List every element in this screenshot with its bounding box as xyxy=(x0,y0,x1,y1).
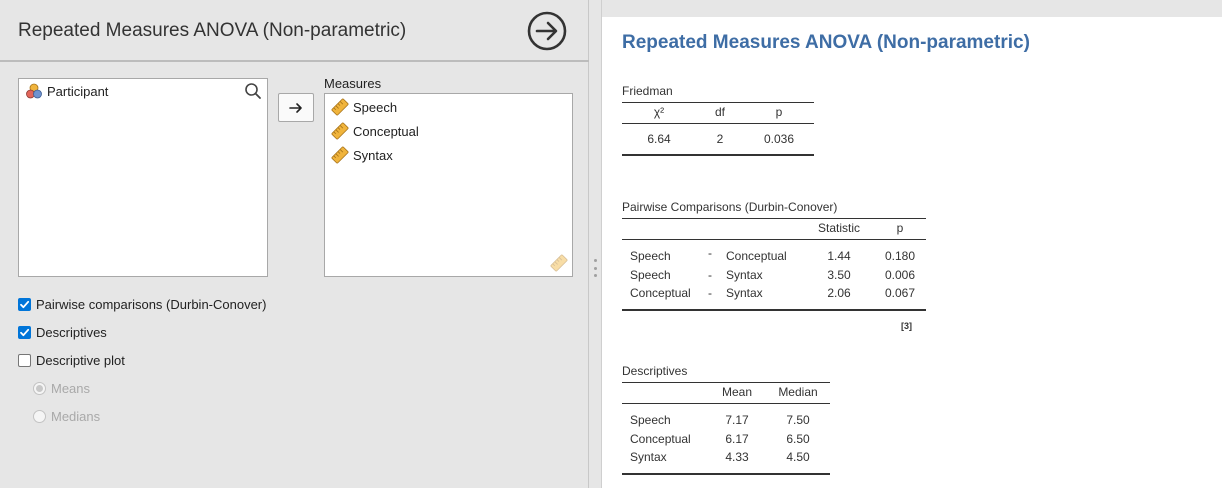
title-divider xyxy=(0,60,589,62)
column-header: Statistic xyxy=(804,218,874,240)
table-row: Syntax 4.33 4.50 xyxy=(622,447,830,475)
column-header: p xyxy=(744,102,814,124)
table-caption: Descriptives xyxy=(622,364,688,378)
table-cell: 4.33 xyxy=(708,447,766,475)
search-icon xyxy=(245,83,261,99)
arrow-right-icon xyxy=(289,102,302,113)
table-caption: Pairwise Comparisons (Durbin-Conover) xyxy=(622,200,838,214)
ruler-icon xyxy=(331,122,349,140)
column-header xyxy=(622,218,702,240)
table-cell: 0.067 xyxy=(874,283,926,311)
column-header: p xyxy=(874,218,926,240)
descriptives-table: Descriptives Mean Median Speech 7.17 7.5… xyxy=(622,364,830,475)
measures-list[interactable]: Speech Conceptual Syntax xyxy=(324,93,573,277)
table-cell: Conceptual xyxy=(622,283,702,311)
column-header: Median xyxy=(766,382,830,404)
ruler-icon xyxy=(331,98,349,116)
table-cell: 6.50 xyxy=(786,431,810,446)
table-row: Speech - Conceptual 1.44 0.180 xyxy=(622,240,926,266)
measures-label: Measures xyxy=(324,76,382,91)
measure-label: Conceptual xyxy=(353,123,419,139)
radio-label: Medians xyxy=(51,408,101,424)
search-button[interactable] xyxy=(244,82,262,100)
measure-syntax[interactable]: Syntax xyxy=(325,143,572,167)
options-title: Repeated Measures ANOVA (Non-parametric) xyxy=(18,20,407,41)
table-cell: Conceptual xyxy=(726,249,787,264)
medians-radio xyxy=(33,409,46,423)
table-cell: 0.036 xyxy=(744,123,814,156)
table-cell: 3.50 xyxy=(827,267,851,282)
checkbox-label: Descriptive plot xyxy=(36,352,125,368)
table-cell: Speech xyxy=(630,249,671,264)
means-option: Means xyxy=(18,374,266,402)
table-cell: 4.50 xyxy=(766,447,830,475)
table-cell: 2 xyxy=(696,123,744,156)
measure-label: Syntax xyxy=(353,147,393,163)
options-checkboxes: Pairwise comparisons (Durbin-Conover) De… xyxy=(18,290,266,430)
table-footnote: [3] xyxy=(901,320,912,331)
descriptives-checkbox[interactable] xyxy=(18,325,31,339)
friedman-table: Friedman χ² df p 6.64 2 0.036 xyxy=(622,84,814,156)
ruler-icon xyxy=(331,146,349,164)
table-cell: - xyxy=(708,245,712,260)
column-header: Mean xyxy=(708,382,766,404)
variable-label: Participant xyxy=(47,83,109,99)
table-cell: Syntax xyxy=(726,267,763,282)
medians-option: Medians xyxy=(18,402,266,430)
measure-conceptual[interactable]: Conceptual xyxy=(325,119,572,143)
column-header: df xyxy=(696,102,744,124)
table-cell: Syntax xyxy=(718,283,804,311)
checkbox-label: Pairwise comparisons (Durbin-Conover) xyxy=(36,296,267,312)
table-cell: - xyxy=(708,267,712,282)
drag-handle-icon[interactable] xyxy=(593,259,597,277)
measure-speech[interactable]: Speech xyxy=(325,95,572,119)
descriptive-plot-checkbox[interactable] xyxy=(18,353,31,367)
checkbox-label: Descriptives xyxy=(36,324,107,340)
pairwise-comparisons-option[interactable]: Pairwise comparisons (Durbin-Conover) xyxy=(18,290,266,318)
descriptive-plot-option[interactable]: Descriptive plot xyxy=(18,346,266,374)
radio-label: Means xyxy=(51,380,91,396)
run-arrow-button[interactable] xyxy=(526,10,568,52)
table-cell: 7.17 xyxy=(725,413,749,428)
pairwise-table: Pairwise Comparisons (Durbin-Conover) St… xyxy=(622,200,926,331)
table-row: Conceptual - Syntax 2.06 0.067 xyxy=(622,283,926,311)
means-radio xyxy=(33,381,46,395)
table-cell: 6.17 xyxy=(725,431,749,446)
options-panel: Repeated Measures ANOVA (Non-parametric)… xyxy=(0,0,589,488)
measure-label: Speech xyxy=(353,99,398,115)
checkmark-icon xyxy=(20,300,30,308)
column-header xyxy=(718,218,804,240)
table-row: Speech - Syntax 3.50 0.006 xyxy=(622,266,926,284)
table-row: Conceptual 6.17 6.50 xyxy=(622,430,830,448)
move-to-measures-button[interactable] xyxy=(278,93,314,122)
table-caption: Friedman xyxy=(622,84,673,98)
column-header xyxy=(622,382,708,404)
results-panel: Repeated Measures ANOVA (Non-parametric)… xyxy=(602,17,1222,488)
table-row: Speech 7.17 7.50 xyxy=(622,404,830,430)
table-cell: 0.180 xyxy=(884,249,916,264)
table-cell: 0.006 xyxy=(884,267,916,282)
table-cell: Conceptual xyxy=(630,431,691,446)
table-cell: 6.64 xyxy=(622,123,696,156)
ruler-icon xyxy=(550,254,568,272)
arrow-circle-icon xyxy=(527,11,567,51)
table-cell: 2.06 xyxy=(804,283,874,311)
column-header: χ² xyxy=(622,102,696,124)
results-heading: Repeated Measures ANOVA (Non-parametric) xyxy=(622,32,1030,53)
table-cell: 1.44 xyxy=(827,249,851,264)
table-cell: Speech xyxy=(630,413,671,428)
nominal-variable-icon xyxy=(25,82,43,100)
table-cell: Syntax xyxy=(622,447,708,475)
column-header xyxy=(702,218,718,240)
table-cell: Speech xyxy=(630,267,671,282)
panel-splitter[interactable] xyxy=(589,0,602,488)
variable-participant[interactable]: Participant xyxy=(19,79,267,103)
source-variables-list[interactable]: Participant xyxy=(18,78,268,277)
table-cell: - xyxy=(702,283,718,311)
table-row: 6.64 2 0.036 xyxy=(622,123,814,156)
descriptives-option[interactable]: Descriptives xyxy=(18,318,266,346)
checkmark-icon xyxy=(20,328,30,336)
pairwise-comparisons-checkbox[interactable] xyxy=(18,297,31,311)
table-cell: 7.50 xyxy=(786,413,810,428)
